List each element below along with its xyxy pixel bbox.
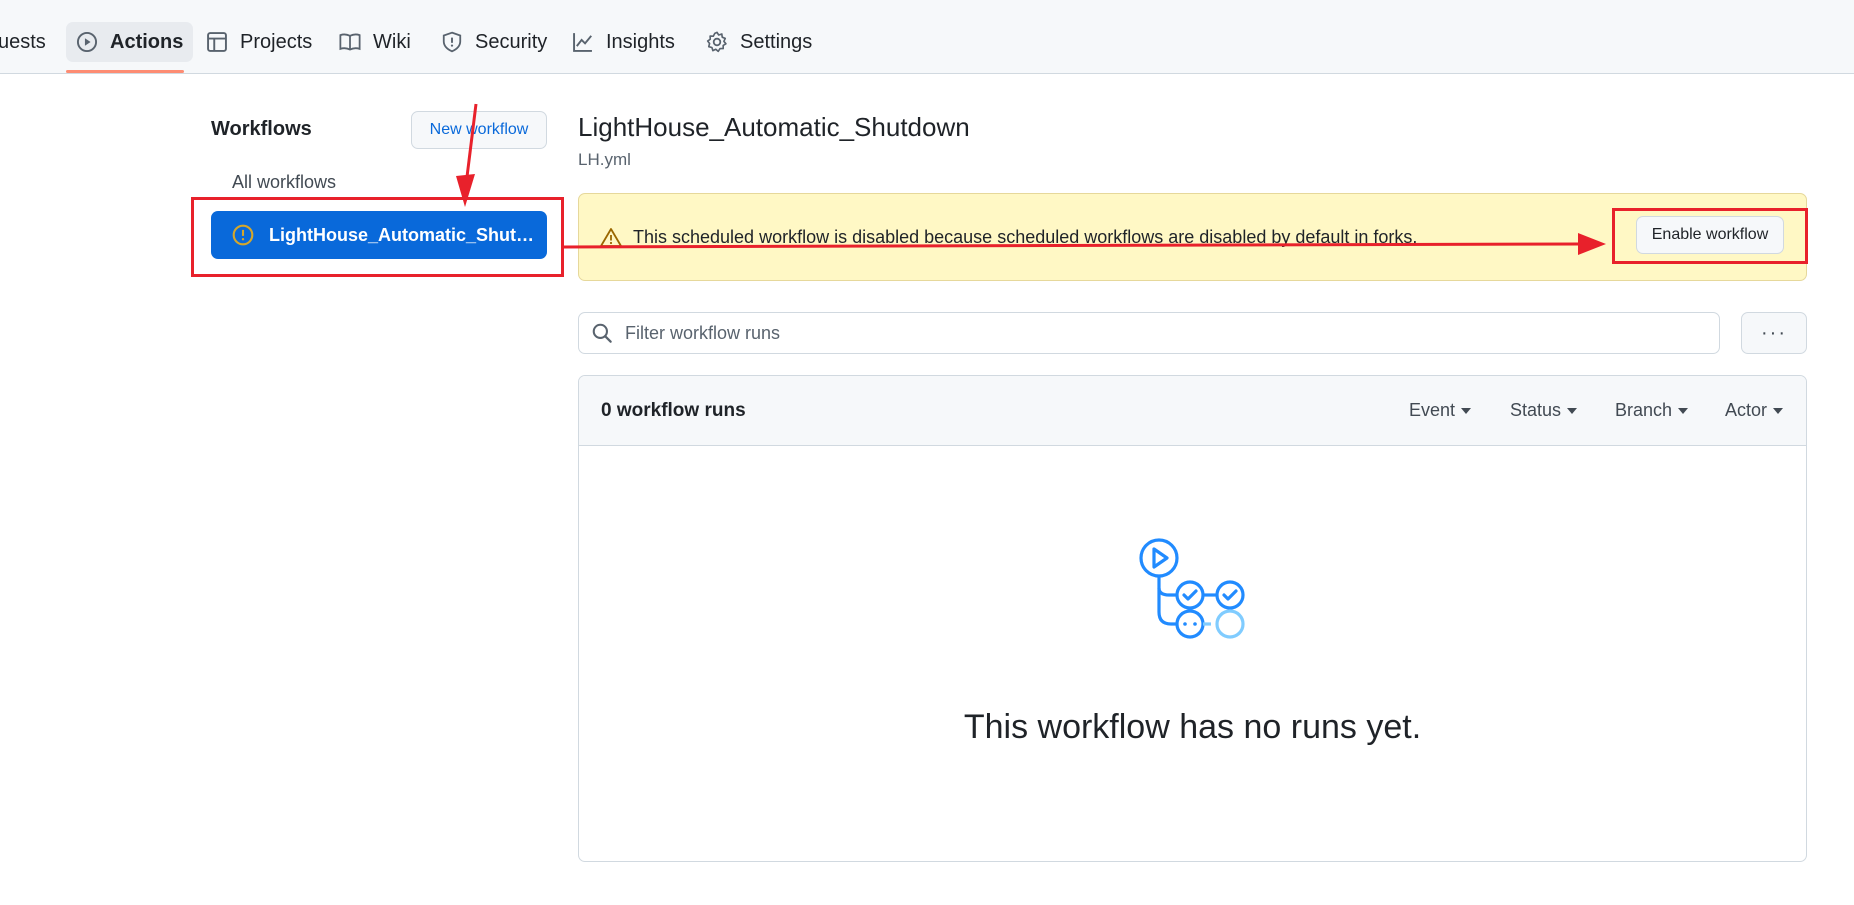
all-workflows-link[interactable]: All workflows — [232, 172, 336, 193]
tab-label: Actions — [110, 30, 184, 53]
more-options-button[interactable]: ··· — [1741, 312, 1807, 354]
caret-down-icon — [1567, 407, 1578, 414]
filter-label: Actor — [1725, 400, 1768, 420]
tab-projects[interactable]: Projects — [196, 22, 322, 62]
filter-label: Branch — [1615, 400, 1673, 420]
workflow-title: LightHouse_Automatic_Shutdown — [578, 112, 970, 142]
branch-filter-dropdown[interactable]: Branch — [1615, 400, 1689, 421]
graph-icon — [572, 31, 594, 53]
empty-state-message: This workflow has no runs yet. — [963, 708, 1422, 746]
tab-wiki[interactable]: Wiki — [329, 22, 421, 62]
caret-down-icon — [1773, 407, 1784, 414]
annotation-box-enable — [1612, 208, 1808, 264]
banner-message: This scheduled workflow is disabled beca… — [633, 227, 1418, 247]
filter-runs-input[interactable] — [625, 322, 1705, 344]
new-workflow-button[interactable]: New workflow — [411, 111, 547, 149]
play-icon — [76, 31, 98, 53]
gear-icon — [706, 31, 728, 53]
tab-actions[interactable]: Actions — [66, 22, 194, 62]
search-icon — [591, 322, 613, 344]
tab-pull-requests[interactable]: uests — [0, 22, 56, 62]
workflow-illustration-icon — [1139, 538, 1245, 639]
event-filter-dropdown[interactable]: Event — [1409, 400, 1472, 421]
annotation-box-workflow — [191, 197, 564, 277]
shield-icon — [441, 31, 463, 53]
table-icon — [206, 31, 228, 53]
tab-label: Wiki — [373, 30, 411, 53]
tab-security[interactable]: Security — [431, 22, 557, 62]
tab-settings[interactable]: Settings — [696, 22, 822, 62]
workflow-file-link[interactable]: LH.yml — [578, 150, 631, 170]
tab-label: uests — [0, 30, 46, 53]
status-filter-dropdown[interactable]: Status — [1510, 400, 1578, 421]
tab-label: Projects — [240, 30, 313, 53]
active-tab-indicator — [66, 70, 184, 73]
tab-insights[interactable]: Insights — [562, 22, 685, 62]
workflow-runs-panel: 0 workflow runs Event Status Branch Acto… — [578, 375, 1807, 862]
actor-filter-dropdown[interactable]: Actor — [1725, 400, 1784, 421]
tab-label: Settings — [740, 30, 813, 53]
filter-runs-field — [578, 312, 1720, 354]
tab-label: Security — [475, 30, 548, 53]
sidebar-title: Workflows — [211, 118, 312, 140]
runs-count: 0 workflow runs — [601, 400, 746, 421]
caret-down-icon — [1461, 407, 1472, 414]
caret-down-icon — [1678, 407, 1689, 414]
filter-label: Event — [1409, 400, 1456, 420]
book-icon — [339, 31, 361, 53]
tab-label: Insights — [606, 30, 675, 53]
runs-header: 0 workflow runs Event Status Branch Acto… — [579, 376, 1806, 446]
filter-label: Status — [1510, 400, 1562, 420]
alert-icon — [599, 226, 623, 250]
repo-nav: uests Actions Projects Wiki Security Ins… — [0, 0, 1854, 74]
